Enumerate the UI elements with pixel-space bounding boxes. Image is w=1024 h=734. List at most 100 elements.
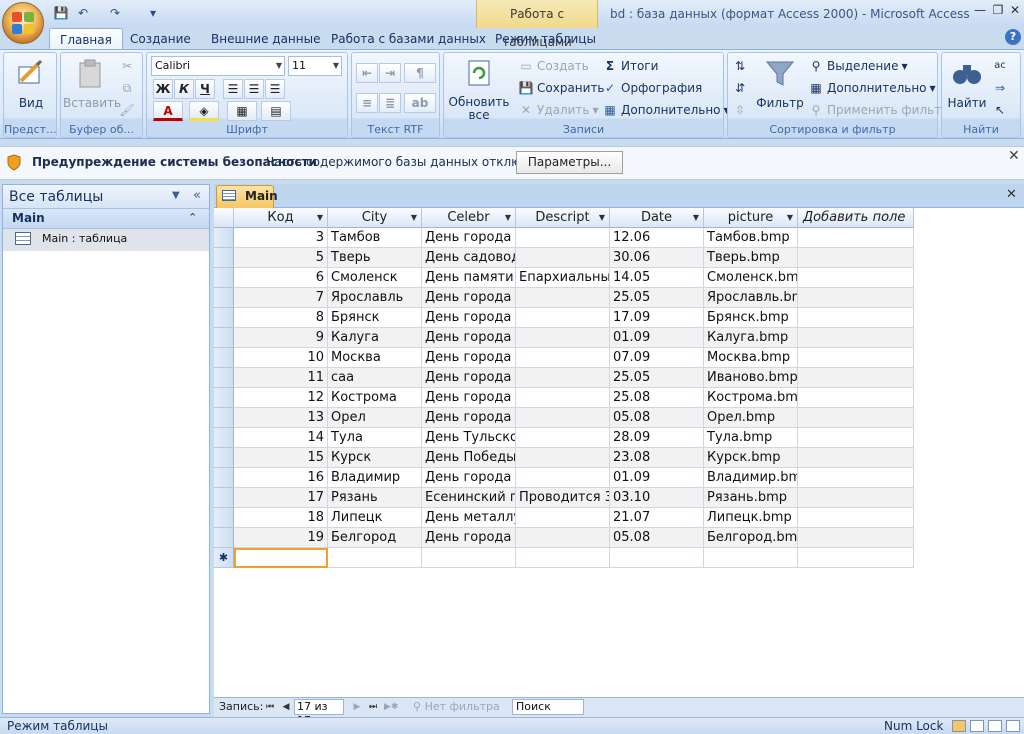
chevron-up-icon[interactable]: ⌃ bbox=[188, 211, 197, 224]
table-cell[interactable]: 14 bbox=[234, 428, 328, 448]
office-button[interactable] bbox=[2, 2, 44, 44]
table-cell[interactable] bbox=[798, 308, 914, 328]
next-record-icon[interactable]: ▶ bbox=[350, 700, 364, 714]
highlight-icon[interactable]: ab bbox=[404, 93, 436, 113]
gridlines-icon[interactable]: ▦ bbox=[227, 101, 257, 121]
table-cell[interactable]: День города bbox=[422, 408, 516, 428]
table-row[interactable]: 13 Орел День города 05.08 Орел.bmp bbox=[214, 408, 914, 428]
view-button[interactable]: Вид bbox=[6, 57, 56, 110]
select-icon[interactable]: ↖ bbox=[992, 101, 1008, 119]
spelling-button[interactable]: ✓ Орфография bbox=[602, 79, 702, 97]
table-cell[interactable]: День Победы bbox=[422, 448, 516, 468]
table-cell[interactable]: 10 bbox=[234, 348, 328, 368]
row-selector[interactable] bbox=[214, 268, 234, 288]
table-cell[interactable]: 01.09 bbox=[610, 468, 704, 488]
redo-icon[interactable]: ↷ bbox=[106, 5, 124, 21]
no-filter-button[interactable]: ⚲ Нет фильтра bbox=[413, 700, 500, 713]
table-cell[interactable]: Иваново.bmp bbox=[704, 368, 798, 388]
table-cell[interactable]: 12 bbox=[234, 388, 328, 408]
table-cell[interactable]: Владимир.bmp bbox=[704, 468, 798, 488]
table-cell[interactable]: Кострома bbox=[328, 388, 422, 408]
table-cell[interactable]: Кострома.bmp bbox=[704, 388, 798, 408]
table-cell[interactable]: Курск bbox=[328, 448, 422, 468]
prev-record-icon[interactable]: ◀ bbox=[279, 700, 293, 714]
collapse-pane-icon[interactable]: « bbox=[193, 188, 201, 203]
table-cell[interactable] bbox=[516, 368, 610, 388]
table-cell[interactable]: 23.08 bbox=[610, 448, 704, 468]
table-cell[interactable]: Белгород bbox=[328, 528, 422, 548]
table-row[interactable]: 9 Калуга День города 01.09 Калуга.bmp bbox=[214, 328, 914, 348]
table-cell[interactable]: Смоленск.bmp bbox=[704, 268, 798, 288]
table-row[interactable]: 11 саа День города 25.05 Иваново.bmp bbox=[214, 368, 914, 388]
more-records-button[interactable]: ▦Дополнительно▼ bbox=[602, 101, 729, 119]
table-cell[interactable]: День памяти Г bbox=[422, 268, 516, 288]
column-header-city[interactable]: City ▼ bbox=[328, 208, 422, 228]
select-all-corner[interactable] bbox=[214, 208, 234, 228]
table-cell[interactable]: Рязань.bmp bbox=[704, 488, 798, 508]
table-cell[interactable]: День садоводства bbox=[422, 248, 516, 268]
row-selector[interactable] bbox=[214, 368, 234, 388]
table-cell[interactable] bbox=[516, 508, 610, 528]
table-cell[interactable]: 9 bbox=[234, 328, 328, 348]
goto-icon[interactable]: ⇒ bbox=[992, 79, 1008, 97]
table-cell[interactable]: 25.05 bbox=[610, 368, 704, 388]
close-warning-icon[interactable]: ✕ bbox=[1008, 148, 1020, 164]
row-selector[interactable] bbox=[214, 428, 234, 448]
table-row[interactable]: 14ТулаДень Тульского 28.09Тула.bmp bbox=[214, 428, 914, 448]
table-cell[interactable] bbox=[798, 428, 914, 448]
tab-external-data[interactable]: Внешние данные bbox=[201, 28, 330, 50]
table-cell[interactable]: Калуга.bmp bbox=[704, 328, 798, 348]
design-view-icon[interactable] bbox=[1006, 720, 1020, 732]
italic-button[interactable]: К bbox=[174, 79, 194, 99]
table-cell[interactable]: Орел.bmp bbox=[704, 408, 798, 428]
customize-qat-icon[interactable]: ▾ bbox=[144, 5, 162, 21]
save-record-button[interactable]: 💾 Сохранить bbox=[518, 79, 605, 97]
table-cell[interactable] bbox=[516, 288, 610, 308]
table-row[interactable]: 19 Белгород День города 05.08 Белгород.bmp bbox=[214, 528, 914, 548]
table-cell[interactable]: День города bbox=[422, 328, 516, 348]
table-cell[interactable] bbox=[516, 528, 610, 548]
table-cell[interactable]: 05.08 bbox=[610, 528, 704, 548]
column-header-descript[interactable]: Descript ▼ bbox=[516, 208, 610, 228]
table-row[interactable]: 10 Москва День города 07.09 Москва.bmp bbox=[214, 348, 914, 368]
table-cell[interactable]: Владимир bbox=[328, 468, 422, 488]
table-cell[interactable]: Тула bbox=[328, 428, 422, 448]
table-cell[interactable]: Тверь bbox=[328, 248, 422, 268]
table-cell[interactable]: Орел bbox=[328, 408, 422, 428]
row-selector[interactable] bbox=[214, 228, 234, 248]
align-left-button[interactable]: ☰ bbox=[223, 79, 243, 99]
font-size-select[interactable]: 11 ▼ bbox=[288, 56, 342, 76]
table-cell[interactable] bbox=[798, 228, 914, 248]
table-cell[interactable]: Тверь.bmp bbox=[704, 248, 798, 268]
table-row[interactable]: 15 Курск День Победы 23.08 Курск.bmp bbox=[214, 448, 914, 468]
table-cell[interactable]: 8 bbox=[234, 308, 328, 328]
table-row[interactable]: 17РязаньЕсенинский прПроводится 303.10Ря… bbox=[214, 488, 914, 508]
fill-color-icon[interactable]: ◈ bbox=[189, 101, 219, 121]
filter-button[interactable]: Фильтр bbox=[756, 57, 804, 110]
record-position-input[interactable]: 17 из 17 bbox=[294, 699, 344, 727]
decrease-indent-icon[interactable]: ⇤ bbox=[356, 63, 378, 83]
nav-dropdown-icon[interactable]: ▼ bbox=[172, 190, 180, 201]
underline-button[interactable]: Ч bbox=[195, 79, 215, 99]
table-cell[interactable] bbox=[516, 308, 610, 328]
table-cell[interactable]: Белгород.bmp bbox=[704, 528, 798, 548]
paragraph-icon[interactable]: ¶ bbox=[404, 63, 436, 83]
table-cell[interactable]: Брянск.bmp bbox=[704, 308, 798, 328]
numbering-icon[interactable]: ≡ bbox=[356, 93, 378, 113]
new-record-cell[interactable] bbox=[234, 548, 328, 568]
table-cell[interactable]: 05.08 bbox=[610, 408, 704, 428]
table-cell[interactable]: День города bbox=[422, 388, 516, 408]
close-button[interactable]: ✕ bbox=[1005, 2, 1024, 18]
row-selector[interactable] bbox=[214, 248, 234, 268]
table-cell[interactable]: 25.08 bbox=[610, 388, 704, 408]
row-selector[interactable] bbox=[214, 448, 234, 468]
table-cell[interactable]: 17.09 bbox=[610, 308, 704, 328]
table-cell[interactable]: 13 bbox=[234, 408, 328, 428]
table-cell[interactable]: Рязань bbox=[328, 488, 422, 508]
table-cell[interactable] bbox=[798, 328, 914, 348]
table-cell[interactable]: 12.06 bbox=[610, 228, 704, 248]
table-cell[interactable] bbox=[798, 388, 914, 408]
find-button[interactable]: Найти bbox=[944, 57, 990, 110]
table-cell[interactable]: 28.09 bbox=[610, 428, 704, 448]
table-cell[interactable]: Тула.bmp bbox=[704, 428, 798, 448]
